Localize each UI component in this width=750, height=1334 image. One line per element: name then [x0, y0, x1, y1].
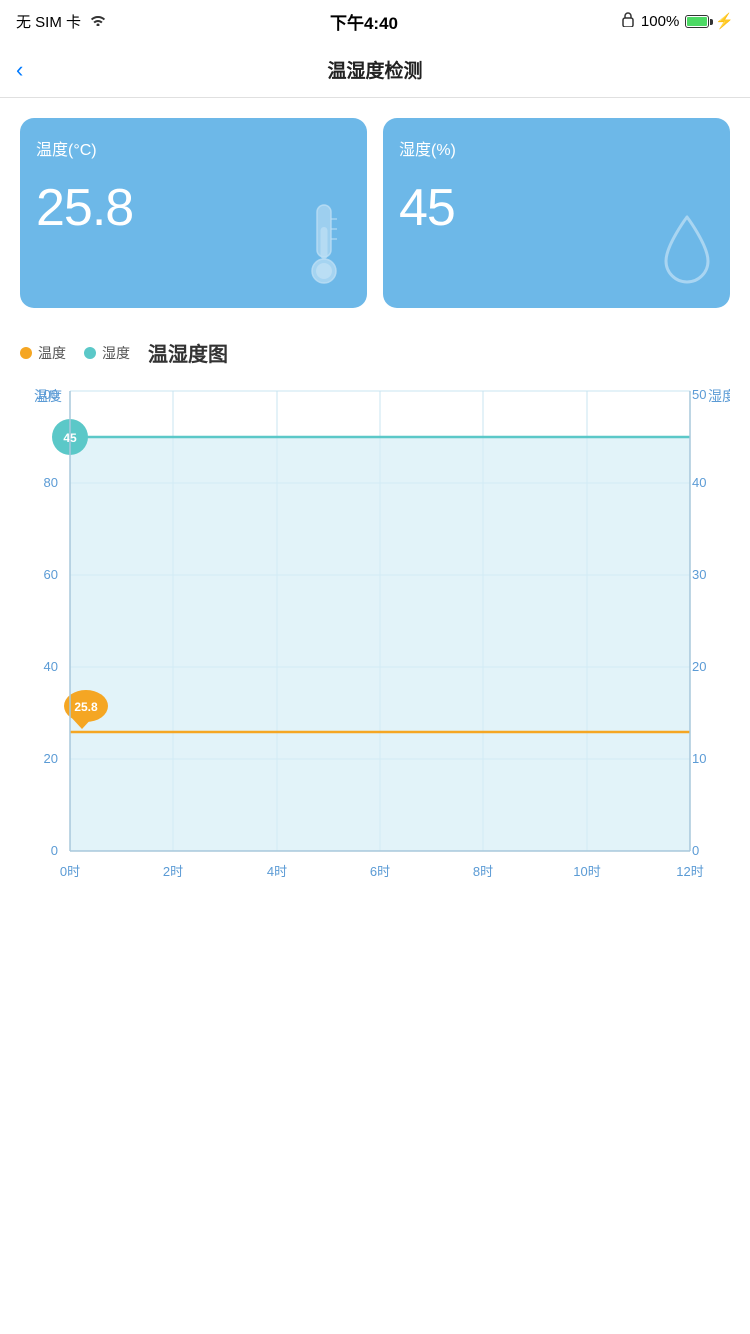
legend-temp-dot	[20, 347, 32, 359]
svg-text:0时: 0时	[60, 864, 80, 879]
page-title: 温湿度检测	[327, 56, 422, 83]
svg-text:50: 50	[692, 387, 706, 402]
svg-text:10时: 10时	[573, 864, 600, 879]
svg-text:0: 0	[51, 843, 58, 858]
charging-icon: ⚡	[715, 12, 734, 30]
svg-text:30: 30	[692, 567, 706, 582]
legend-temp: 温度	[20, 343, 66, 363]
thermometer-icon	[295, 199, 353, 294]
sensor-cards: 温度(°C) 25.8 湿度(%)	[20, 118, 730, 308]
wifi-icon	[89, 12, 107, 30]
svg-text:8时: 8时	[473, 864, 493, 879]
legend-humid-dot	[84, 347, 96, 359]
svg-text:25.8: 25.8	[74, 700, 98, 714]
battery-icon	[685, 15, 709, 28]
nav-bar: ‹ 温湿度检测	[0, 42, 750, 98]
status-left: 无 SIM 卡	[16, 11, 107, 32]
humid-card-label: 湿度(%)	[399, 136, 714, 160]
main-content: 温度(°C) 25.8 湿度(%)	[0, 98, 750, 911]
svg-text:10: 10	[692, 751, 706, 766]
legend-humid-label: 湿度	[102, 343, 130, 363]
battery-percent: 100%	[641, 13, 679, 30]
svg-text:40: 40	[692, 475, 706, 490]
legend-humid: 湿度	[84, 343, 130, 363]
back-button[interactable]: ‹	[16, 57, 23, 83]
svg-text:20: 20	[44, 751, 58, 766]
sim-status: 无 SIM 卡	[16, 11, 81, 32]
svg-text:2时: 2时	[163, 864, 183, 879]
chart-legend: 温度 湿度	[20, 343, 130, 363]
lock-icon	[621, 11, 635, 31]
svg-text:0: 0	[692, 843, 699, 858]
status-bar: 无 SIM 卡 下午4:40 100% ⚡	[0, 0, 750, 42]
drop-icon	[658, 209, 716, 294]
svg-text:40: 40	[44, 659, 58, 674]
chart-svg: 温度 湿度 0 20 40 60 80 100 0 10 20 30 40 50	[20, 381, 730, 901]
status-right: 100% ⚡	[621, 11, 734, 31]
svg-text:湿度: 湿度	[708, 388, 730, 404]
svg-text:100: 100	[36, 387, 58, 402]
svg-text:80: 80	[44, 475, 58, 490]
humidity-card: 湿度(%) 45	[383, 118, 730, 308]
temp-card-label: 温度(°C)	[36, 136, 351, 160]
legend-temp-label: 温度	[38, 343, 66, 363]
svg-text:12时: 12时	[676, 864, 703, 879]
temperature-card: 温度(°C) 25.8	[20, 118, 367, 308]
svg-text:20: 20	[692, 659, 706, 674]
chart-header: 温度 湿度 温湿度图	[20, 338, 730, 367]
chart-title: 温湿度图	[148, 338, 228, 367]
svg-text:4时: 4时	[267, 864, 287, 879]
svg-text:60: 60	[44, 567, 58, 582]
status-time: 下午4:40	[330, 9, 398, 34]
chart-container: 温度 湿度 0 20 40 60 80 100 0 10 20 30 40 50	[20, 381, 730, 911]
svg-text:6时: 6时	[370, 864, 390, 879]
